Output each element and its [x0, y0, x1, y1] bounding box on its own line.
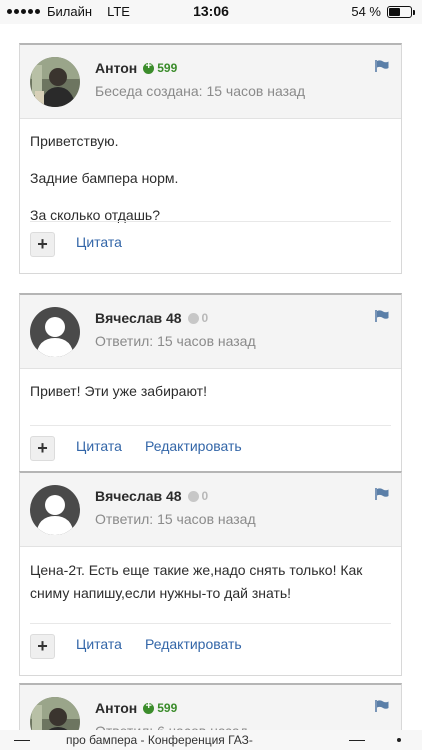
- post-actions: + Цитата Редактировать: [30, 623, 391, 675]
- user-avatar[interactable]: [30, 307, 80, 357]
- post-3: Вячеслав 48 0 Ответил: 15 часов назад Це…: [19, 471, 402, 676]
- post-meta: Ответил: 15 часов назад: [95, 333, 256, 349]
- reputation-badge: 0: [187, 489, 209, 503]
- quote-link[interactable]: Цитата: [76, 636, 122, 652]
- report-flag-icon[interactable]: [375, 700, 389, 712]
- username-link[interactable]: Антон: [95, 700, 137, 716]
- default-avatar-icon: [30, 307, 80, 357]
- reputation-neutral-icon: [187, 312, 199, 324]
- default-avatar-icon: [30, 485, 80, 535]
- username-link[interactable]: Вячеслав 48: [95, 488, 182, 504]
- dash-icon: [349, 740, 365, 741]
- post-actions: + Цитата: [30, 221, 391, 273]
- post-2: Вячеслав 48 0 Ответил: 15 часов назад Пр…: [19, 293, 402, 478]
- reputation-value: 599: [157, 701, 178, 715]
- plus-button[interactable]: +: [30, 436, 55, 461]
- username-link[interactable]: Вячеслав 48: [95, 310, 182, 326]
- post-paragraph: Цена-2т. Есть еще такие же,надо снять то…: [30, 562, 363, 601]
- reputation-badge: 0: [187, 311, 209, 325]
- post-header: Вячеслав 48 0 Ответил: 15 часов назад: [20, 473, 401, 547]
- post-content: Цена-2т. Есть еще такие же,надо снять то…: [20, 547, 401, 605]
- status-bar: Билайн LTE 13:06 54 %: [0, 0, 422, 24]
- post-content: Привет! Эти уже забирают!: [20, 369, 401, 401]
- battery-icon: [387, 5, 415, 18]
- user-line: Вячеслав 48 0: [95, 488, 208, 504]
- photo-avatar-icon: [30, 57, 80, 107]
- edit-link[interactable]: Редактировать: [145, 438, 242, 454]
- status-right: 54 %: [351, 4, 415, 19]
- plus-button[interactable]: +: [30, 634, 55, 659]
- user-avatar[interactable]: [30, 485, 80, 535]
- quote-link[interactable]: Цитата: [76, 234, 122, 250]
- post-actions: + Цитата Редактировать: [30, 425, 391, 477]
- report-flag-icon[interactable]: [375, 310, 389, 322]
- url-bar[interactable]: про бампера - Конференция ГАЗ-: [0, 730, 422, 750]
- post-meta: Ответил: 15 часов назад: [95, 511, 256, 527]
- post-paragraph: Задние бампера норм.: [30, 170, 179, 186]
- username-link[interactable]: Антон: [95, 60, 137, 76]
- reputation-neutral-icon: [187, 490, 199, 502]
- post-1: Антон 599 Беседа создана: 15 часов назад…: [19, 43, 402, 274]
- user-line: Вячеслав 48 0: [95, 310, 208, 326]
- post-header: Антон 599 Беседа создана: 15 часов назад: [20, 45, 401, 119]
- reputation-plus-icon: [143, 60, 155, 74]
- post-content: Приветствую. Задние бампера норм. За ско…: [20, 119, 401, 225]
- post-meta: Беседа создана: 15 часов назад: [95, 83, 305, 99]
- reputation-badge: 599: [143, 60, 178, 75]
- edit-link[interactable]: Редактировать: [145, 636, 242, 652]
- minimize-dash-icon: [14, 740, 30, 741]
- reputation-value: 0: [201, 311, 209, 325]
- plus-button[interactable]: +: [30, 232, 55, 257]
- reputation-value: 0: [201, 489, 209, 503]
- user-line: Антон 599: [95, 60, 178, 77]
- thread-container: Антон 599 Беседа создана: 15 часов назад…: [0, 24, 422, 750]
- quote-link[interactable]: Цитата: [76, 438, 122, 454]
- post-header: Вячеслав 48 0 Ответил: 15 часов назад: [20, 295, 401, 369]
- report-flag-icon[interactable]: [375, 60, 389, 72]
- post-paragraph: Приветствую.: [30, 133, 119, 149]
- post-paragraph: Привет! Эти уже забирают!: [30, 383, 207, 399]
- user-line: Антон 599: [95, 700, 178, 717]
- reputation-badge: 599: [143, 700, 178, 715]
- reputation-plus-icon: [143, 700, 155, 714]
- user-avatar[interactable]: [30, 57, 80, 107]
- report-flag-icon[interactable]: [375, 488, 389, 500]
- dot-icon: [397, 738, 401, 742]
- battery-percent: 54 %: [351, 4, 381, 19]
- reputation-value: 599: [157, 61, 178, 75]
